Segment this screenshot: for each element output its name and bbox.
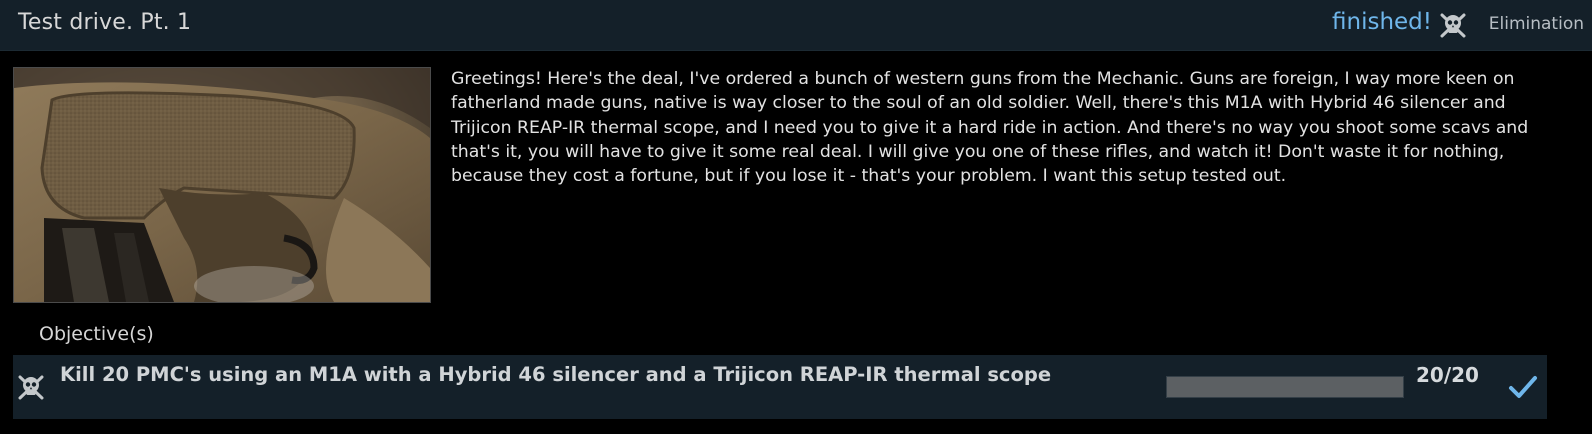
rifle-stock-photo (14, 68, 430, 302)
objective-progress-bar (1166, 376, 1404, 398)
quest-image (13, 67, 431, 303)
quest-description: Greetings! Here's the deal, I've ordered… (451, 69, 1529, 187)
objective-progress-fill (1167, 377, 1403, 397)
objective-text: Kill 20 PMC's using an M1A with a Hybrid… (60, 363, 1052, 386)
quest-header: Test drive. Pt. 1 finished! Elimination (0, 0, 1592, 51)
objectives-heading: Objective(s) (39, 323, 154, 345)
objective-progress-count: 20/20 (1416, 363, 1479, 387)
checkmark-icon (1509, 376, 1537, 398)
objective-row: Kill 20 PMC's using an M1A with a Hybrid… (13, 355, 1547, 419)
quest-status: finished! (1332, 9, 1432, 35)
quest-title: Test drive. Pt. 1 (18, 10, 192, 35)
quest-type-label: Elimination (1488, 14, 1584, 34)
skull-crossbones-icon (18, 375, 44, 400)
skull-crossbones-icon (1440, 13, 1466, 38)
